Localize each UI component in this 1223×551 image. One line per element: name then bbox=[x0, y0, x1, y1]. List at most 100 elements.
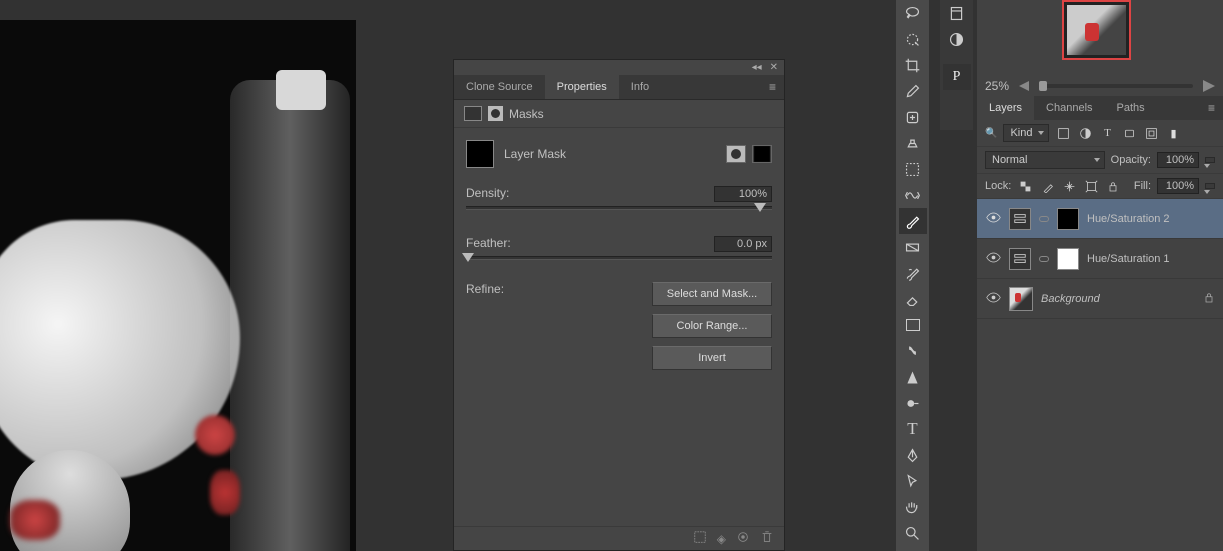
layer-name[interactable]: Hue/Saturation 1 bbox=[1087, 253, 1170, 265]
zoom-tool[interactable] bbox=[899, 520, 927, 546]
visibility-toggle[interactable] bbox=[985, 292, 1001, 306]
sharpen-tool[interactable] bbox=[899, 364, 927, 390]
layer-mask-label: Layer Mask bbox=[504, 147, 566, 161]
blend-mode-select[interactable]: Normal bbox=[985, 151, 1105, 169]
quick-selection-tool[interactable] bbox=[899, 26, 927, 52]
tab-channels[interactable]: Channels bbox=[1034, 96, 1104, 120]
layer-filter-kind[interactable]: Kind bbox=[1003, 124, 1049, 142]
adjustment-thumb[interactable] bbox=[1009, 248, 1031, 270]
feather-label: Feather: bbox=[466, 236, 511, 252]
mask-from-selection-icon[interactable] bbox=[693, 530, 707, 547]
filter-shape-icon[interactable] bbox=[1121, 127, 1137, 140]
pen-tool[interactable] bbox=[899, 442, 927, 468]
tab-properties[interactable]: Properties bbox=[545, 75, 619, 99]
content-aware-move-tool[interactable] bbox=[899, 182, 927, 208]
feather-slider-handle[interactable] bbox=[462, 253, 474, 262]
layer-item-hue-sat-2[interactable]: Hue/Saturation 2 bbox=[977, 199, 1223, 239]
gradient-tool[interactable] bbox=[899, 234, 927, 260]
layer-thumb[interactable] bbox=[1009, 287, 1033, 311]
zoom-value[interactable]: 25% bbox=[985, 79, 1009, 93]
visibility-toggle[interactable] bbox=[985, 252, 1001, 266]
density-value[interactable]: 100% bbox=[714, 186, 772, 202]
layer-list: Hue/Saturation 2 Hue/Saturation 1 Backgr… bbox=[977, 199, 1223, 551]
smudge-tool[interactable] bbox=[899, 338, 927, 364]
rectangle-tool[interactable] bbox=[899, 312, 927, 338]
opacity-dropdown[interactable] bbox=[1205, 157, 1215, 163]
libraries-icon[interactable] bbox=[943, 0, 971, 26]
pixel-mask-button[interactable] bbox=[726, 145, 746, 163]
clone-stamp-tool[interactable] bbox=[899, 130, 927, 156]
feather-slider[interactable] bbox=[466, 256, 772, 260]
panel-dock: P bbox=[940, 0, 973, 130]
mask-mode-icon[interactable] bbox=[488, 106, 503, 121]
type-tool[interactable]: T bbox=[899, 416, 927, 442]
filter-adjustment-icon[interactable] bbox=[1077, 127, 1093, 140]
eraser-tool[interactable] bbox=[899, 286, 927, 312]
adjustments-icon[interactable] bbox=[943, 26, 971, 52]
layers-menu-icon[interactable]: ≡ bbox=[1200, 96, 1223, 120]
document-canvas[interactable] bbox=[0, 20, 356, 551]
panel-menu-icon[interactable]: ≡ bbox=[761, 75, 784, 99]
brush-tool[interactable] bbox=[899, 208, 927, 234]
color-range-button[interactable]: Color Range... bbox=[652, 314, 772, 338]
marquee-tool[interactable] bbox=[899, 156, 927, 182]
layer-item-hue-sat-1[interactable]: Hue/Saturation 1 bbox=[977, 239, 1223, 279]
delete-mask-icon[interactable] bbox=[760, 530, 774, 547]
lasso-tool[interactable] bbox=[899, 0, 927, 26]
navigator-thumbnail[interactable] bbox=[1062, 0, 1131, 60]
fill-label: Fill: bbox=[1134, 180, 1151, 192]
feather-value[interactable]: 0.0 px bbox=[714, 236, 772, 252]
mask-link-icon[interactable] bbox=[1039, 216, 1049, 222]
navigator-panel: 25% bbox=[977, 0, 1223, 96]
density-slider-handle[interactable] bbox=[754, 203, 766, 212]
masks-label: Masks bbox=[509, 107, 544, 121]
select-and-mask-button[interactable]: Select and Mask... bbox=[652, 282, 772, 306]
filter-type-icon[interactable]: T bbox=[1099, 127, 1115, 139]
filter-smart-icon[interactable] bbox=[1143, 127, 1159, 140]
visibility-toggle[interactable] bbox=[985, 212, 1001, 226]
layer-mask-thumb[interactable] bbox=[1057, 208, 1079, 230]
disable-mask-icon[interactable] bbox=[736, 530, 750, 547]
adjustment-thumb[interactable] bbox=[1009, 208, 1031, 230]
path-selection-tool[interactable] bbox=[899, 468, 927, 494]
lock-all-icon[interactable] bbox=[1105, 180, 1121, 193]
close-icon[interactable]: ✕ bbox=[770, 62, 778, 73]
tab-clone-source[interactable]: Clone Source bbox=[454, 75, 545, 99]
zoom-out-icon[interactable] bbox=[1019, 81, 1029, 91]
lock-position-icon[interactable] bbox=[1061, 180, 1077, 193]
healing-brush-tool[interactable] bbox=[899, 104, 927, 130]
dodge-tool[interactable] bbox=[899, 390, 927, 416]
crop-tool[interactable] bbox=[899, 52, 927, 78]
zoom-slider[interactable] bbox=[1039, 84, 1193, 88]
lock-icon[interactable] bbox=[1203, 291, 1215, 307]
fill-dropdown[interactable] bbox=[1205, 183, 1215, 189]
collapse-icon[interactable]: ◂◂ bbox=[752, 62, 762, 73]
tab-layers[interactable]: Layers bbox=[977, 96, 1034, 120]
fill-value[interactable]: 100% bbox=[1157, 178, 1199, 194]
paragraph-panel-icon[interactable]: P bbox=[943, 64, 971, 90]
filter-toggle-icon[interactable]: ▮ bbox=[1165, 127, 1181, 140]
mask-link-icon[interactable] bbox=[1039, 256, 1049, 262]
tab-paths[interactable]: Paths bbox=[1105, 96, 1157, 120]
filter-pixel-icon[interactable] bbox=[1055, 127, 1071, 140]
lock-transparency-icon[interactable] bbox=[1017, 180, 1033, 193]
adjustment-icon[interactable] bbox=[464, 106, 482, 121]
eyedropper-tool[interactable] bbox=[899, 78, 927, 104]
layer-item-background[interactable]: Background bbox=[977, 279, 1223, 319]
tab-info[interactable]: Info bbox=[619, 75, 661, 99]
opacity-value[interactable]: 100% bbox=[1157, 152, 1199, 168]
layer-name[interactable]: Background bbox=[1041, 293, 1100, 305]
hand-tool[interactable] bbox=[899, 494, 927, 520]
layer-name[interactable]: Hue/Saturation 2 bbox=[1087, 213, 1170, 225]
mask-thumbnail[interactable] bbox=[466, 140, 494, 168]
history-brush-tool[interactable] bbox=[899, 260, 927, 286]
lock-image-icon[interactable] bbox=[1039, 180, 1055, 193]
layer-mask-thumb[interactable] bbox=[1057, 248, 1079, 270]
zoom-in-icon[interactable] bbox=[1203, 80, 1215, 92]
canvas-image bbox=[0, 20, 356, 551]
vector-mask-button[interactable] bbox=[752, 145, 772, 163]
apply-mask-icon[interactable]: ◈ bbox=[717, 532, 726, 546]
density-slider[interactable] bbox=[466, 206, 772, 210]
invert-button[interactable]: Invert bbox=[652, 346, 772, 370]
lock-artboard-icon[interactable] bbox=[1083, 180, 1099, 193]
